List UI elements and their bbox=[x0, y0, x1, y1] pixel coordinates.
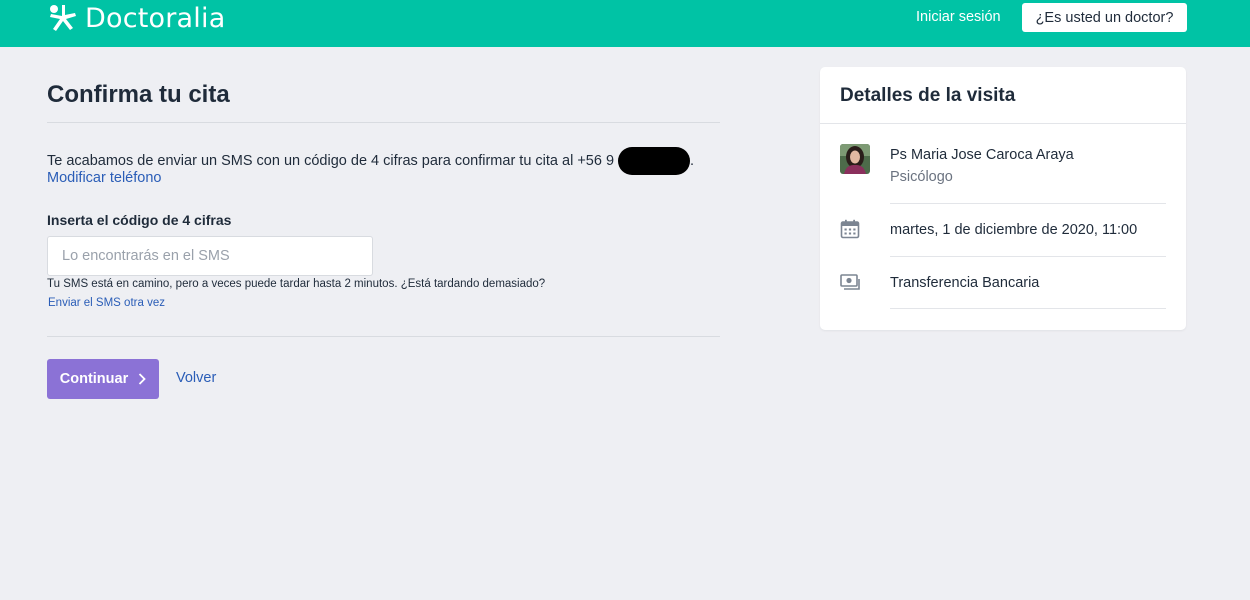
top-navbar: Doctoralia Iniciar sesión ¿Es usted un d… bbox=[0, 0, 1250, 47]
sms-code-input[interactable] bbox=[47, 236, 373, 276]
brand-logo[interactable]: Doctoralia bbox=[47, 2, 226, 34]
payment-method: Transferencia Bancaria bbox=[890, 275, 1040, 291]
continue-button[interactable]: Continuar bbox=[47, 359, 159, 399]
resend-sms-link[interactable]: Enviar el SMS otra vez bbox=[48, 297, 165, 309]
visit-details-card: Detalles de la visita Ps Maria Jose Caro… bbox=[820, 67, 1186, 330]
brand-name: Doctoralia bbox=[85, 2, 226, 34]
divider bbox=[47, 122, 720, 123]
sms-message-text: Te acabamos de enviar un SMS con un códi… bbox=[47, 153, 615, 169]
code-field-label: Inserta el código de 4 cifras bbox=[47, 212, 232, 228]
card-title: Detalles de la visita bbox=[840, 85, 1016, 106]
redacted-phone-number bbox=[618, 147, 691, 175]
page-title: Confirma tu cita bbox=[47, 81, 230, 108]
divider bbox=[820, 123, 1186, 124]
divider bbox=[47, 336, 720, 337]
doctor-name[interactable]: Ps Maria Jose Caroca Araya bbox=[890, 147, 1074, 163]
doctor-specialty: Psicólogo bbox=[890, 169, 953, 185]
login-link[interactable]: Iniciar sesión bbox=[916, 9, 1001, 25]
divider bbox=[890, 203, 1166, 204]
money-icon bbox=[840, 274, 860, 290]
divider bbox=[890, 308, 1166, 309]
continue-button-label: Continuar bbox=[59, 371, 129, 387]
are-you-doctor-button[interactable]: ¿Es usted un doctor? bbox=[1022, 3, 1187, 32]
divider bbox=[890, 256, 1166, 257]
sms-message-end: . bbox=[690, 153, 695, 169]
doctoralia-logo-icon bbox=[50, 5, 76, 31]
doctor-avatar bbox=[840, 144, 870, 174]
modify-phone-link[interactable]: Modificar teléfono bbox=[47, 170, 161, 186]
sms-delay-hint: Tu SMS está en camino, pero a veces pued… bbox=[47, 278, 546, 290]
chevron-right-icon bbox=[139, 373, 147, 385]
avatar-image bbox=[840, 144, 870, 174]
visit-datetime: martes, 1 de diciembre de 2020, 11:00 bbox=[890, 222, 1138, 238]
back-link[interactable]: Volver bbox=[176, 370, 216, 386]
calendar-icon bbox=[840, 219, 860, 239]
